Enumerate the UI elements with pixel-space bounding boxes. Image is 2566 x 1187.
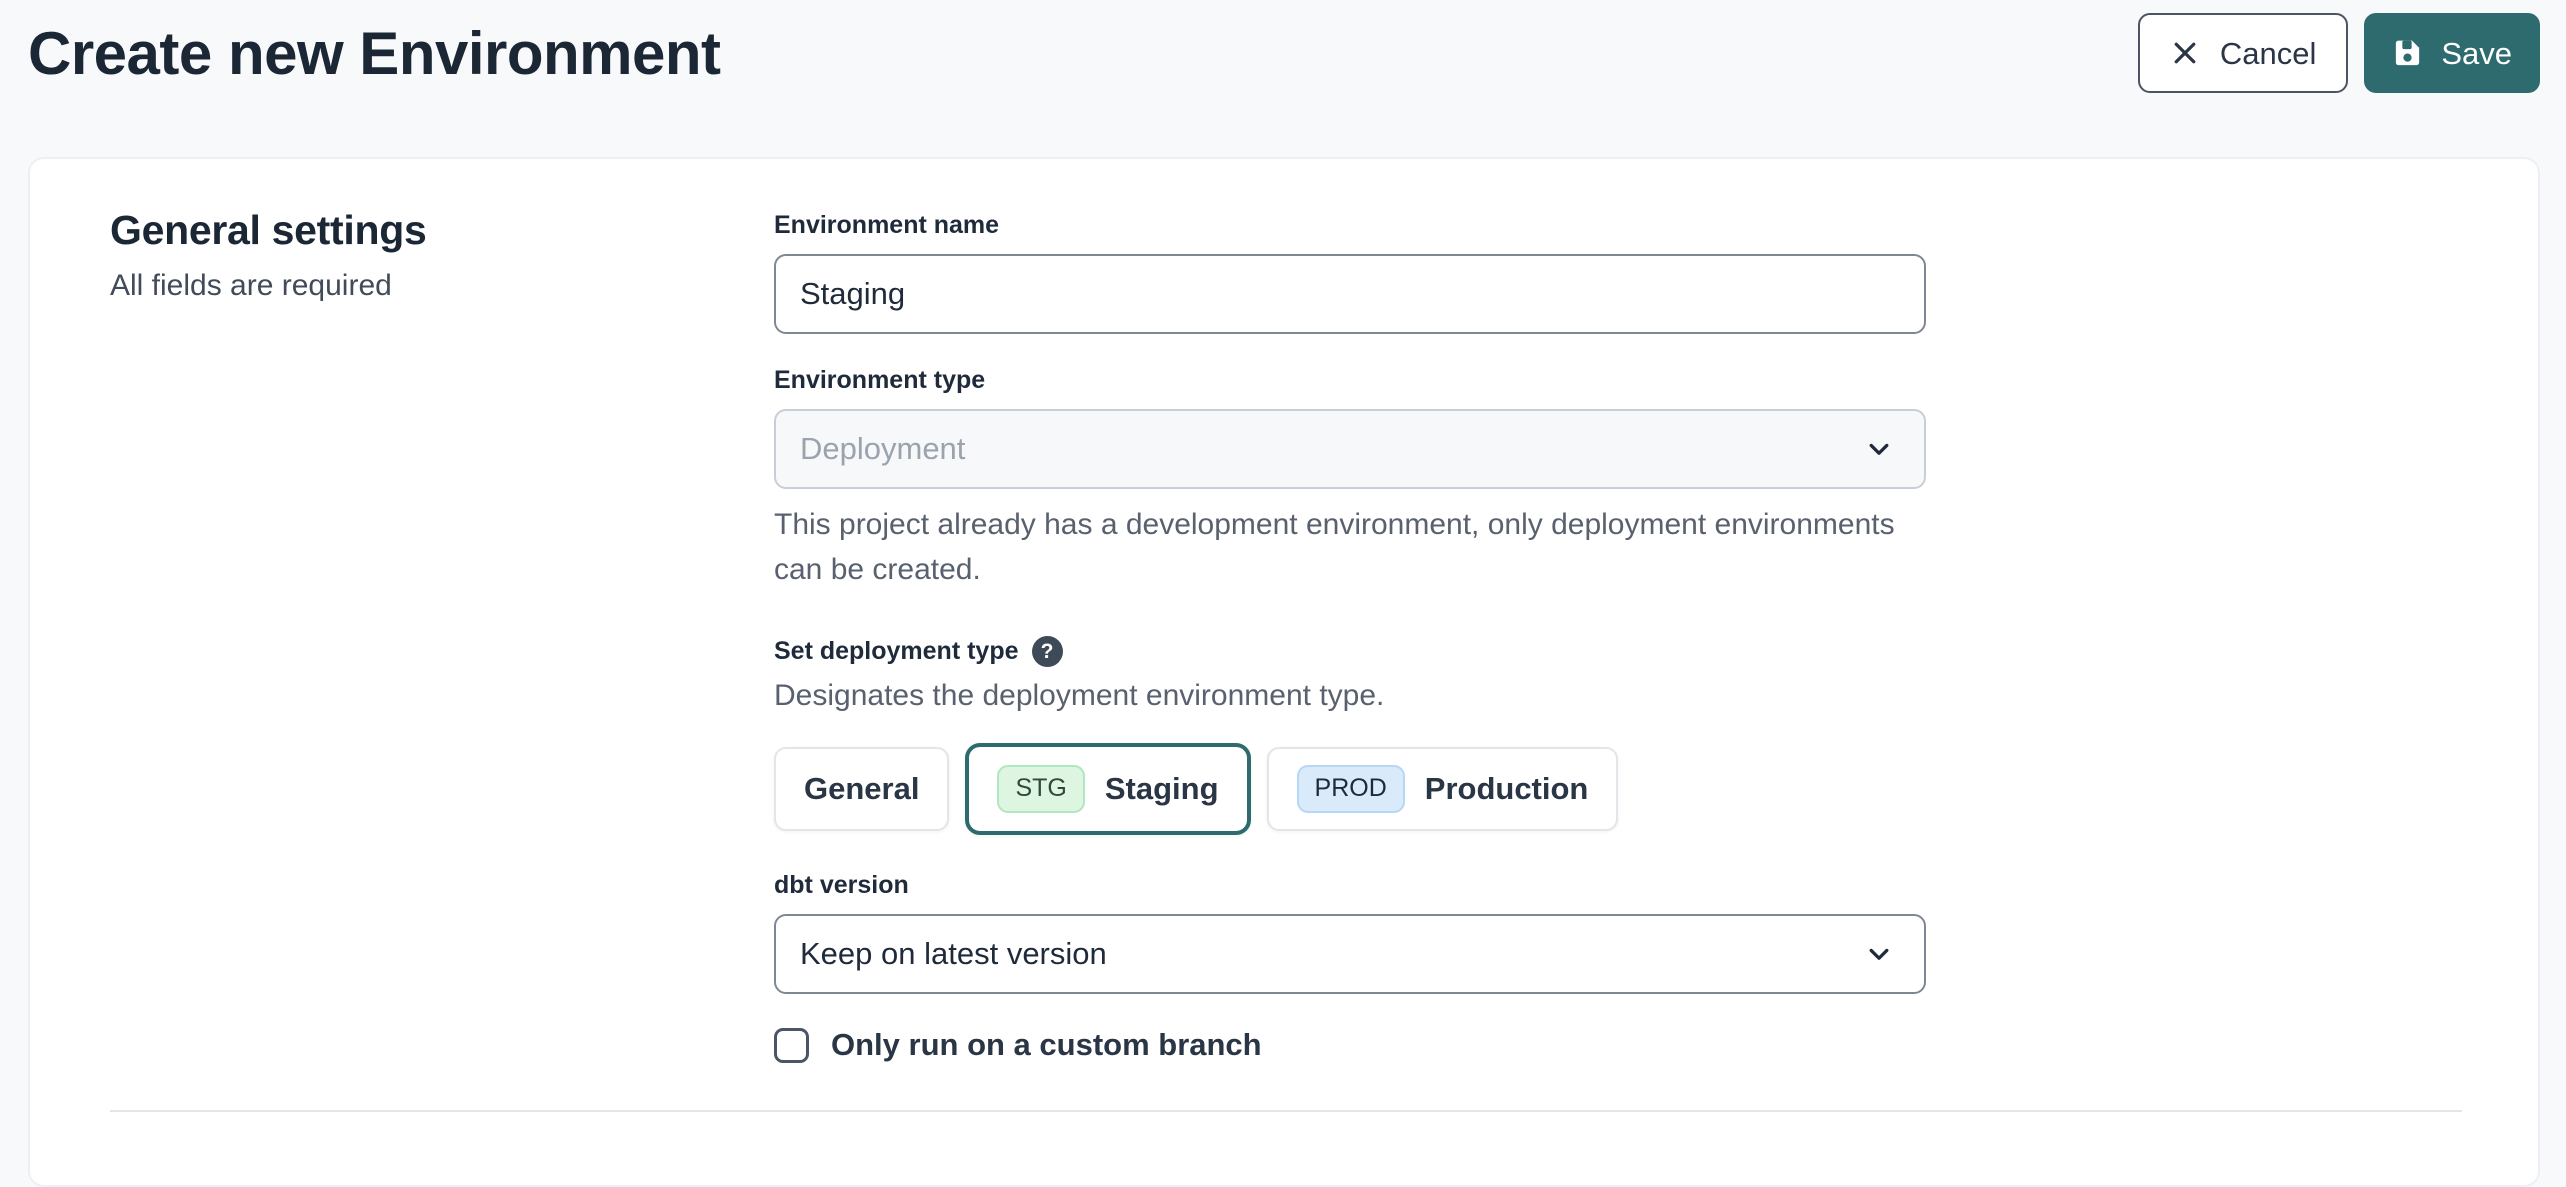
environment-name-input[interactable]: [774, 254, 1926, 334]
environment-type-label: Environment type: [774, 366, 1926, 395]
general-settings-card: General settings All fields are required…: [28, 157, 2540, 1187]
save-button[interactable]: Save: [2364, 13, 2540, 93]
dbt-version-value: Keep on latest version: [800, 936, 1107, 972]
page-header: Create new Environment Cancel Save: [0, 0, 2566, 93]
deployment-type-option-label: Production: [1425, 771, 1589, 807]
section-heading: General settings: [110, 207, 774, 254]
deployment-type-option-staging[interactable]: STG Staging: [965, 743, 1250, 835]
close-icon: [2170, 38, 2200, 68]
header-actions: Cancel Save: [2138, 13, 2540, 93]
cancel-button-label: Cancel: [2220, 38, 2317, 69]
section-intro: General settings All fields are required: [110, 205, 774, 1063]
environment-name-label: Environment name: [774, 211, 1926, 240]
section-subheading: All fields are required: [110, 269, 774, 303]
deployment-type-options: General STG Staging PROD Production: [774, 743, 1926, 835]
custom-branch-checkbox[interactable]: [774, 1028, 809, 1063]
deployment-type-label-row: Set deployment type ?: [774, 636, 1926, 667]
stg-badge: STG: [997, 765, 1084, 813]
deployment-type-option-general[interactable]: General: [774, 747, 949, 831]
deployment-type-description: Designates the deployment environment ty…: [774, 679, 1926, 713]
deployment-type-label: Set deployment type: [774, 637, 1019, 666]
dbt-version-select[interactable]: Keep on latest version: [774, 914, 1926, 994]
chevron-down-icon: [1862, 937, 1896, 971]
deployment-type-option-label: General: [804, 771, 919, 807]
save-icon: [2392, 38, 2423, 69]
dbt-version-label: dbt version: [774, 871, 1926, 900]
help-icon[interactable]: ?: [1032, 636, 1063, 667]
chevron-down-icon: [1862, 432, 1896, 466]
section-divider: [110, 1110, 2462, 1112]
deployment-type-option-production[interactable]: PROD Production: [1267, 747, 1619, 831]
custom-branch-row: Only run on a custom branch: [774, 1027, 1926, 1063]
environment-type-value: Deployment: [800, 431, 965, 467]
deployment-type-option-label: Staging: [1105, 771, 1219, 807]
environment-form: Environment name Environment type Deploy…: [774, 205, 1926, 1063]
save-button-label: Save: [2441, 38, 2512, 69]
page-title: Create new Environment: [28, 19, 721, 88]
environment-type-helper: This project already has a development e…: [774, 502, 1914, 592]
custom-branch-label[interactable]: Only run on a custom branch: [831, 1027, 1262, 1063]
prod-badge: PROD: [1297, 765, 1405, 813]
environment-type-select[interactable]: Deployment: [774, 409, 1926, 489]
cancel-button[interactable]: Cancel: [2138, 13, 2349, 93]
card-grid: General settings All fields are required…: [110, 205, 2538, 1063]
